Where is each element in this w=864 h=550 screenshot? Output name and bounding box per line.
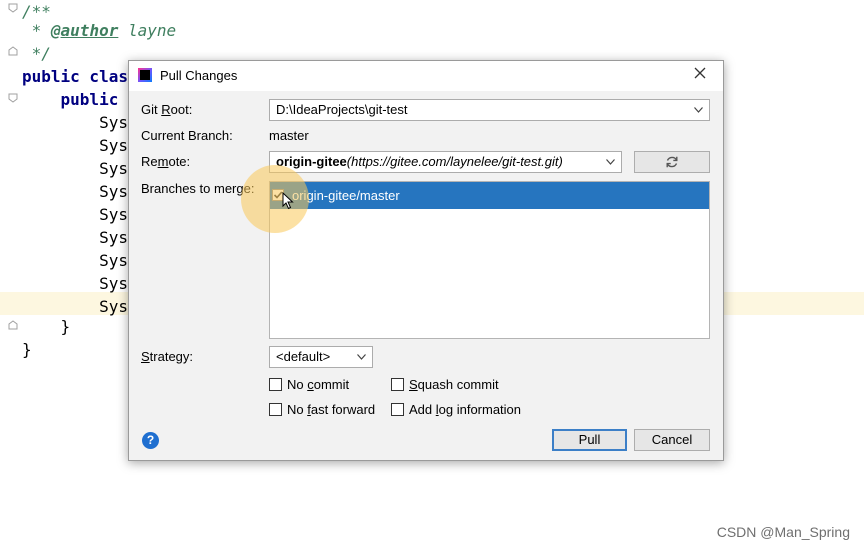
add-log-information-checkbox[interactable] <box>391 403 404 416</box>
refresh-icon <box>665 155 679 169</box>
close-icon[interactable] <box>693 66 707 80</box>
no-fast-forward-checkbox[interactable] <box>269 403 282 416</box>
squash-commit-checkbox[interactable] <box>391 378 404 391</box>
code-line[interactable]: */ <box>22 42 51 65</box>
current-branch-label: Current Branch: <box>141 128 233 143</box>
code-line[interactable]: public <box>22 88 128 111</box>
no-fast-forward-label: No fast forward <box>287 402 376 417</box>
remote-url: (https://gitee.com/laynelee/git-test.git… <box>346 154 563 169</box>
code-line[interactable]: } <box>22 315 71 338</box>
editor-gutter <box>0 0 22 550</box>
fold-icon[interactable] <box>8 46 18 56</box>
pull-button[interactable]: Pull <box>552 429 627 451</box>
strategy-label: Strategy: <box>141 349 194 364</box>
branch-checkbox[interactable] <box>272 189 284 201</box>
intellij-app-icon <box>138 68 152 82</box>
branch-item-origin-gitee-master[interactable]: origin-gitee/master <box>270 182 709 209</box>
remote-name: origin-gitee <box>276 154 347 169</box>
fold-icon[interactable] <box>8 320 18 330</box>
git-root-label: Git Root: <box>141 102 193 117</box>
squash-commit-label: Squash commit <box>409 377 499 392</box>
remote-dropdown[interactable]: origin-gitee(https://gitee.com/laynelee/… <box>269 151 622 173</box>
no-commit-checkbox[interactable] <box>269 378 282 391</box>
fold-icon[interactable] <box>8 93 18 103</box>
code-token: Sys <box>22 182 128 201</box>
code-token: public <box>22 90 128 109</box>
code-token: public clas <box>22 67 128 86</box>
code-token: Sys <box>22 274 128 293</box>
pull-changes-dialog: Pull Changes Git Root: D:\IdeaProjects\g… <box>128 60 724 461</box>
code-token: layne <box>118 21 177 40</box>
dialog-titlebar[interactable]: Pull Changes <box>129 61 723 91</box>
code-line[interactable]: Sys <box>22 111 128 134</box>
code-line[interactable]: public clas <box>22 65 128 88</box>
git-root-value: D:\IdeaProjects\git-test <box>276 102 408 117</box>
code-token: Sys <box>22 113 128 132</box>
branches-list[interactable]: origin-gitee/master <box>269 181 710 339</box>
strategy-value: <default> <box>276 349 331 364</box>
remote-label: Remote: <box>141 154 191 169</box>
code-line[interactable]: Sys <box>22 203 128 226</box>
chevron-down-icon <box>694 107 703 113</box>
branches-label: Branches to merge: <box>141 181 255 196</box>
dialog-title: Pull Changes <box>160 68 238 83</box>
code-line[interactable]: * @author layne <box>22 19 177 42</box>
refresh-remotes-button[interactable] <box>634 151 710 173</box>
code-line[interactable]: Sys <box>22 157 128 180</box>
code-line[interactable]: Sys <box>22 272 128 295</box>
git-root-dropdown[interactable]: D:\IdeaProjects\git-test <box>269 99 710 121</box>
branch-label: origin-gitee/master <box>292 188 400 203</box>
code-token: * <box>22 21 51 40</box>
code-line[interactable]: } <box>22 338 32 361</box>
fold-icon[interactable] <box>8 3 18 13</box>
code-line[interactable]: Sys <box>22 134 128 157</box>
code-token: @author <box>50 21 119 40</box>
code-token: Sys <box>22 228 128 247</box>
chevron-down-icon <box>357 354 366 360</box>
no-commit-label: No commit <box>287 377 350 392</box>
code-token: Sys <box>22 205 128 224</box>
watermark: CSDN @Man_Spring <box>716 524 850 540</box>
code-token: */ <box>22 44 51 63</box>
current-branch-value: master <box>269 128 309 143</box>
code-token: } <box>22 317 71 336</box>
code-line[interactable]: Sys <box>22 226 128 249</box>
code-token: Sys <box>22 251 128 270</box>
code-token: } <box>22 340 32 359</box>
code-token: Sys <box>22 136 128 155</box>
add-log-information-label: Add log information <box>409 402 522 417</box>
code-line[interactable]: Sys <box>22 180 128 203</box>
code-token: Sys <box>22 297 128 316</box>
chevron-down-icon <box>606 159 615 165</box>
cancel-button[interactable]: Cancel <box>634 429 710 451</box>
help-icon[interactable]: ? <box>142 432 159 449</box>
code-line[interactable]: Sys <box>22 249 128 272</box>
code-token: Sys <box>22 159 128 178</box>
strategy-dropdown[interactable]: <default> <box>269 346 373 368</box>
